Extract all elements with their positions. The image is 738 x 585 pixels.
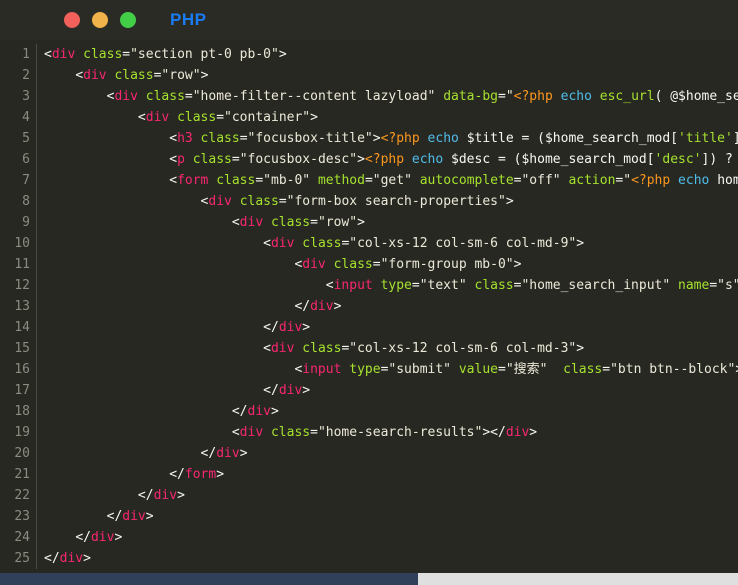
line-number: 11	[0, 254, 37, 275]
line-number: 19	[0, 422, 37, 443]
zoom-button[interactable]	[120, 12, 136, 28]
code-text: <div class="home-filter--content lazyloa…	[37, 86, 738, 107]
code-text: <div class="form-group mb-0">	[37, 254, 521, 275]
line-number: 3	[0, 86, 37, 107]
code-text: <h3 class="focusbox-title"><?php echo $t…	[37, 128, 738, 149]
line-number: 20	[0, 443, 37, 464]
line-number: 21	[0, 464, 37, 485]
line-number: 18	[0, 401, 37, 422]
code-line[interactable]: 6 <p class="focusbox-desc"><?php echo $d…	[0, 149, 738, 170]
close-button[interactable]	[64, 12, 80, 28]
code-line[interactable]: 24 </div>	[0, 527, 738, 548]
code-line[interactable]: 25</div>	[0, 548, 738, 569]
line-number: 13	[0, 296, 37, 317]
line-number: 1	[0, 44, 37, 65]
line-number: 24	[0, 527, 37, 548]
line-number: 22	[0, 485, 37, 506]
line-number: 4	[0, 107, 37, 128]
code-text: <input type="text" class="home_search_in…	[37, 275, 738, 296]
line-number: 14	[0, 317, 37, 338]
line-number: 25	[0, 548, 37, 569]
code-line[interactable]: 19 <div class="home-search-results"></di…	[0, 422, 738, 443]
code-text: <div class="form-box search-properties">	[37, 191, 514, 212]
line-number: 12	[0, 275, 37, 296]
code-text: <div class="row">	[37, 212, 365, 233]
code-line[interactable]: 16 <input type="submit" value="搜索" class…	[0, 359, 738, 380]
scrollbar-thumb[interactable]	[0, 573, 418, 585]
code-line[interactable]: 2 <div class="row">	[0, 65, 738, 86]
code-text: <div class="container">	[37, 107, 318, 128]
code-line[interactable]: 23 </div>	[0, 506, 738, 527]
code-line[interactable]: 7 <form class="mb-0" method="get" autoco…	[0, 170, 738, 191]
code-text: <div class="col-xs-12 col-sm-6 col-md-3"…	[37, 338, 584, 359]
code-line[interactable]: 21 </form>	[0, 464, 738, 485]
code-line[interactable]: 5 <h3 class="focusbox-title"><?php echo …	[0, 128, 738, 149]
code-line[interactable]: 9 <div class="row">	[0, 212, 738, 233]
code-text: </div>	[37, 506, 154, 527]
line-number: 17	[0, 380, 37, 401]
code-editor[interactable]: 1<div class="section pt-0 pb-0">2 <div c…	[0, 40, 738, 573]
code-text: </div>	[37, 296, 341, 317]
line-number: 7	[0, 170, 37, 191]
code-line[interactable]: 11 <div class="form-group mb-0">	[0, 254, 738, 275]
code-text: <form class="mb-0" method="get" autocomp…	[37, 170, 738, 191]
line-number: 16	[0, 359, 37, 380]
titlebar: PHP	[0, 0, 738, 40]
code-text: <div class="row">	[37, 65, 208, 86]
code-line[interactable]: 3 <div class="home-filter--content lazyl…	[0, 86, 738, 107]
code-text: </div>	[37, 380, 310, 401]
code-line[interactable]: 12 <input type="text" class="home_search…	[0, 275, 738, 296]
line-number: 23	[0, 506, 37, 527]
minimize-button[interactable]	[92, 12, 108, 28]
line-number: 8	[0, 191, 37, 212]
code-text: <div class="home-search-results"></div>	[37, 422, 537, 443]
code-text: </div>	[37, 527, 122, 548]
code-line[interactable]: 8 <div class="form-box search-properties…	[0, 191, 738, 212]
line-number: 15	[0, 338, 37, 359]
code-line[interactable]: 17 </div>	[0, 380, 738, 401]
code-text: <div class="section pt-0 pb-0">	[37, 44, 287, 65]
line-number: 9	[0, 212, 37, 233]
line-number: 6	[0, 149, 37, 170]
code-text: <p class="focusbox-desc"><?php echo $des…	[37, 149, 738, 170]
code-line[interactable]: 18 </div>	[0, 401, 738, 422]
code-text: </div>	[37, 317, 310, 338]
code-line[interactable]: 22 </div>	[0, 485, 738, 506]
code-text: </form>	[37, 464, 224, 485]
window-title: PHP	[170, 10, 206, 30]
line-number: 5	[0, 128, 37, 149]
code-line[interactable]: 10 <div class="col-xs-12 col-sm-6 col-md…	[0, 233, 738, 254]
horizontal-scrollbar[interactable]	[0, 573, 738, 585]
code-line[interactable]: 14 </div>	[0, 317, 738, 338]
editor-window: PHP 1<div class="section pt-0 pb-0">2 <d…	[0, 0, 738, 585]
code-line[interactable]: 15 <div class="col-xs-12 col-sm-6 col-md…	[0, 338, 738, 359]
code-line[interactable]: 20 </div>	[0, 443, 738, 464]
code-text: </div>	[37, 401, 279, 422]
line-number: 10	[0, 233, 37, 254]
code-line[interactable]: 1<div class="section pt-0 pb-0">	[0, 44, 738, 65]
code-text: </div>	[37, 485, 185, 506]
code-text: </div>	[37, 443, 248, 464]
code-text: <div class="col-xs-12 col-sm-6 col-md-9"…	[37, 233, 584, 254]
code-text: <input type="submit" value="搜索" class="b…	[37, 359, 738, 380]
code-line[interactable]: 4 <div class="container">	[0, 107, 738, 128]
line-number: 2	[0, 65, 37, 86]
code-line[interactable]: 13 </div>	[0, 296, 738, 317]
code-text: </div>	[37, 548, 91, 569]
